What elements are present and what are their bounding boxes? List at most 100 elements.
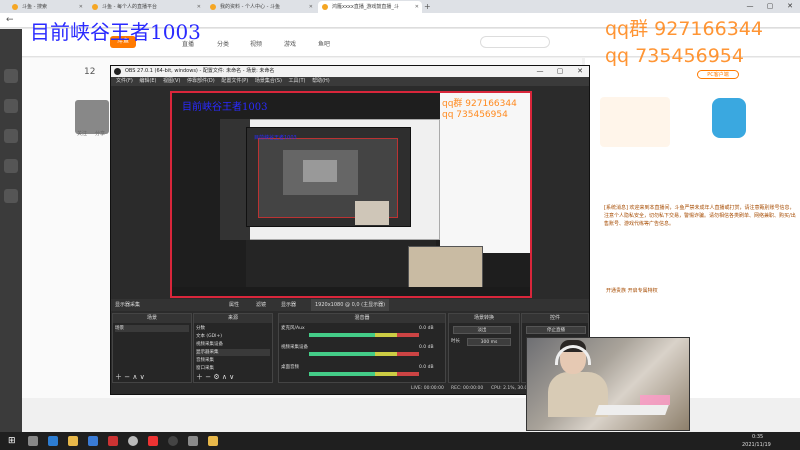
menu-docks[interactable]: 停靠部件(D) [187, 78, 215, 84]
scenes-dock: 场景 场景 ＋ − ∧ ∨ [112, 313, 192, 383]
mascot-banner[interactable] [712, 98, 746, 138]
transition-select[interactable]: 淡出 [453, 326, 511, 334]
menu-scene-collection[interactable]: 场景集合(S) [255, 78, 282, 84]
nav-link-game[interactable]: 游戏 [284, 39, 296, 48]
menu-edit[interactable]: 编辑(E) [139, 78, 156, 84]
nested-webcam [355, 201, 389, 225]
menu-profile[interactable]: 配置文件(P) [221, 78, 248, 84]
overlay-title: 目前峡谷王者1003 [30, 20, 201, 44]
sidebar-game-icon[interactable] [4, 129, 18, 143]
obs-close-icon[interactable]: ✕ [570, 66, 590, 77]
close-icon[interactable]: ✕ [309, 1, 313, 13]
mixer-meter [309, 352, 419, 356]
app-icon[interactable] [108, 436, 118, 446]
browser-tab[interactable]: 斗鱼 - 搜索 ✕ [8, 1, 86, 13]
obs-status-bar: LIVE: 00:00:00 REC: 00:00:00 CPU: 2.1%, … [111, 384, 589, 394]
search-input[interactable] [480, 36, 550, 48]
noble-promo[interactable]: 开通贵族 开启专属特权 [606, 287, 658, 294]
nav-link-yuba[interactable]: 鱼吧 [318, 39, 330, 48]
close-icon[interactable]: ✕ [79, 1, 83, 13]
anchor-avatar[interactable] [75, 100, 109, 134]
source-item[interactable]: 窗口采集 [196, 365, 214, 372]
mixer-track-level: 0.0 dB [419, 326, 434, 331]
windows-taskbar [0, 432, 800, 450]
mixer-meter [309, 372, 419, 376]
obs-title-bar: OBS 27.0.1 (64-bit, windows) - 配置文件: 未命名… [111, 66, 589, 77]
nav-link-category[interactable]: 分类 [217, 39, 229, 48]
stop-streaming-button[interactable]: 停止直播 [526, 326, 586, 334]
transitions-dock-title: 场景转换 [449, 314, 519, 323]
scene-item[interactable]: 场景 [115, 325, 189, 332]
file-explorer-icon[interactable] [68, 436, 78, 446]
sources-dock: 来源 分数 文本 (GDI+) 视频采集设备 显示器采集 音频采集 窗口采集 ＋… [193, 313, 273, 383]
tab-label: 我的资料 - 个人中心 - 斗鱼 [220, 4, 280, 10]
duration-input[interactable]: 300 ms [467, 338, 511, 346]
douyu-favicon-icon [322, 4, 328, 10]
menu-help[interactable]: 帮助(H) [312, 78, 330, 84]
windows-start-icon[interactable]: ⊞ [8, 436, 18, 446]
close-icon[interactable]: ✕ [415, 1, 419, 13]
chrome-icon[interactable] [128, 436, 138, 446]
store-icon[interactable] [88, 436, 98, 446]
menu-tools[interactable]: 工具(T) [289, 78, 306, 84]
browser-tab-active[interactable]: 鸿雁xxxx直播_游戏鼓直播_斗 ✕ [318, 1, 422, 13]
duration-label: 时长 [451, 339, 460, 344]
menu-file[interactable]: 文件(F) [116, 78, 133, 84]
mixer-track-name: 桌面音频 [281, 365, 299, 370]
browser-tab[interactable]: 我的资料 - 个人中心 - 斗鱼 ✕ [206, 1, 316, 13]
douyu-app-icon[interactable] [148, 436, 158, 446]
pc-client-button[interactable]: PC客户端 [697, 70, 739, 79]
taskbar-clock-date[interactable]: 2021/11/19 [742, 442, 771, 448]
source-item[interactable]: 视频采集设备 [196, 341, 223, 348]
sidebar-follow-icon[interactable] [4, 69, 18, 83]
mixer-dock-title: 混音器 [279, 314, 445, 323]
mixer-track-level: 0.0 dB [419, 365, 434, 370]
browser-tab[interactable]: 斗鱼 - 每个人的直播平台 ✕ [88, 1, 204, 13]
source-item-selected[interactable]: 显示器采集 [196, 349, 270, 356]
close-icon[interactable]: ✕ [197, 1, 201, 13]
filters-button[interactable]: 滤镜 [256, 299, 266, 311]
close-window-icon[interactable]: ✕ [780, 0, 800, 13]
search-icon[interactable] [28, 436, 38, 446]
nav-link-video[interactable]: 视频 [250, 39, 262, 48]
tab-label: 斗鱼 - 每个人的直播平台 [102, 4, 157, 10]
taskbar-clock-time[interactable]: 0:35 [752, 434, 763, 440]
source-item[interactable]: 分数 [196, 325, 205, 332]
obs-minimize-icon[interactable]: — [530, 66, 550, 77]
source-item[interactable]: 文本 (GDI+) [196, 333, 222, 340]
maximize-icon[interactable]: ▢ [760, 0, 780, 13]
folder-icon[interactable] [208, 436, 218, 446]
webcam-keyboard [595, 405, 669, 415]
audio-mixer-dock: 混音器 麦克风/Aux 0.0 dB 视频采集设备 0.0 dB 桌面音频 0.… [278, 313, 446, 383]
sidebar-bar-icon[interactable] [4, 189, 18, 203]
properties-button[interactable]: 属性 [229, 299, 239, 311]
douyu-favicon-icon [210, 4, 216, 10]
obs-source-toolbar: 显示器采集 属性 滤镜 显示器 1920x1080 @ 0,0 (主显示器) [111, 299, 589, 311]
share-button[interactable]: 分享 [95, 130, 105, 137]
follow-button[interactable]: 关注 [77, 130, 87, 137]
nested-preview-deeper [303, 160, 337, 182]
mixer-track-name: 麦克风/Aux [281, 326, 305, 331]
obs-taskbar-icon[interactable] [168, 436, 178, 446]
source-add-remove-icons[interactable]: ＋ − ⚙ ∧ ∨ [196, 374, 234, 381]
display-select[interactable]: 1920x1080 @ 0,0 (主显示器) [311, 299, 390, 311]
menu-view[interactable]: 视图(V) [163, 78, 180, 84]
preview-overlay-qq-group: qq群 927166344 [442, 99, 517, 109]
sidebar-video-icon[interactable] [4, 159, 18, 173]
app-icon[interactable] [188, 436, 198, 446]
minimize-icon[interactable]: — [740, 0, 760, 13]
edge-browser-icon[interactable] [48, 436, 58, 446]
sidebar-history-icon[interactable] [4, 99, 18, 113]
overlay-qq: qq 735456954 [605, 45, 744, 67]
overlay-qq-group: qq群 927166344 [605, 18, 763, 40]
scene-add-remove-icons[interactable]: ＋ − ∧ ∨ [115, 374, 145, 381]
source-item[interactable]: 音频采集 [196, 357, 214, 364]
rank-panel [600, 97, 670, 147]
back-arrow-icon[interactable]: ← [6, 13, 14, 28]
obs-maximize-icon[interactable]: ▢ [550, 66, 570, 77]
selected-source-label: 显示器采集 [115, 302, 141, 308]
display-label: 显示器 [281, 302, 297, 308]
new-tab-icon[interactable]: + [424, 0, 431, 13]
sources-dock-title: 来源 [194, 314, 272, 323]
obs-menu-bar: 文件(F) 编辑(E) 视图(V) 停靠部件(D) 配置文件(P) 场景集合(S… [111, 77, 589, 86]
